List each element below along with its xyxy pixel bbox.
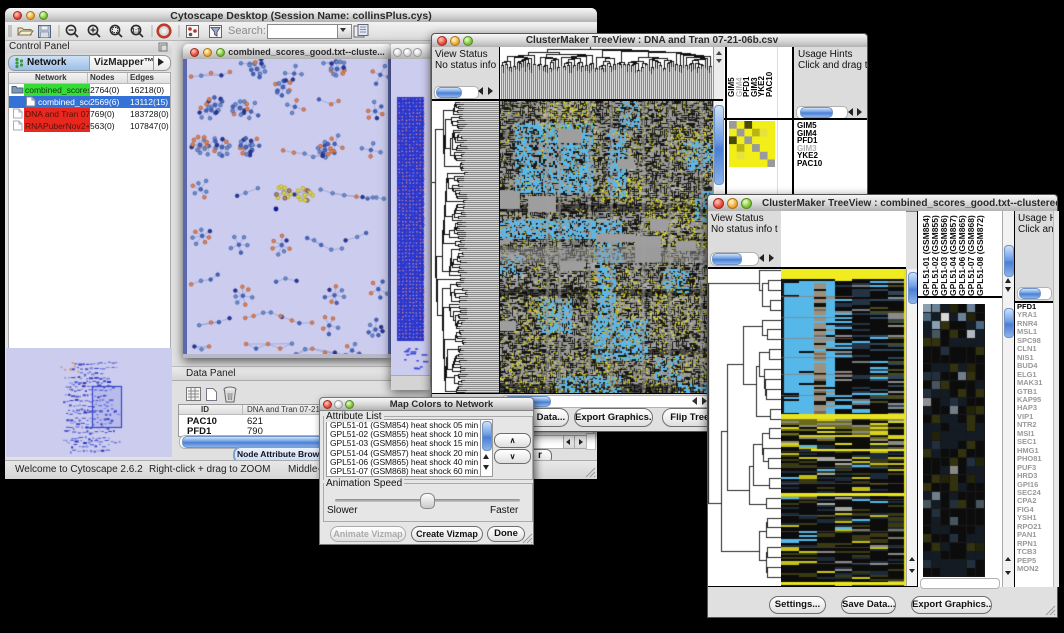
svg-text:1:1: 1:1 — [132, 29, 141, 35]
